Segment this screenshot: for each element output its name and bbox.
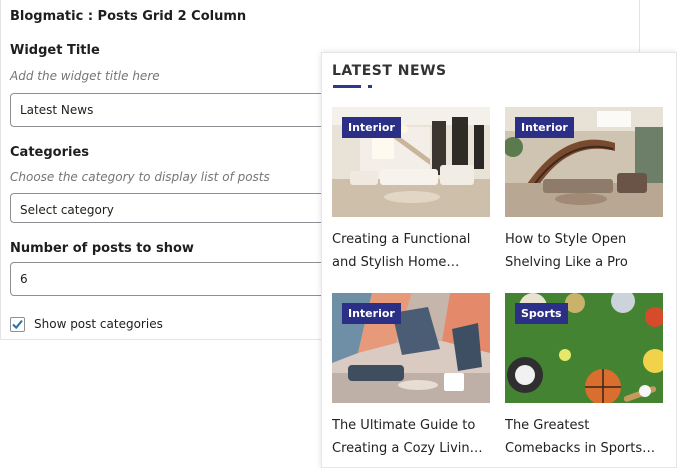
checkmark-icon bbox=[12, 319, 23, 329]
post-thumbnail[interactable]: Interior bbox=[332, 107, 490, 217]
categories-help: Choose the category to display list of p… bbox=[10, 170, 270, 184]
show-categories-row: Show post categories bbox=[10, 315, 163, 333]
category-badge[interactable]: Sports bbox=[515, 303, 568, 324]
category-badge[interactable]: Interior bbox=[342, 117, 401, 138]
category-badge[interactable]: Interior bbox=[342, 303, 401, 324]
post-title[interactable]: How to Style Open Shelving Like a Pro bbox=[505, 228, 663, 274]
preview-title: LATEST NEWS bbox=[332, 63, 447, 79]
category-badge[interactable]: Interior bbox=[515, 117, 574, 138]
categories-label: Categories bbox=[10, 145, 90, 160]
post-thumbnail[interactable]: Interior bbox=[332, 293, 490, 403]
latest-news-preview: LATEST NEWS Interior Creating a Function… bbox=[321, 52, 677, 468]
widget-title-label: Widget Title bbox=[10, 43, 100, 58]
show-categories-checkbox[interactable] bbox=[10, 316, 25, 332]
post-thumbnail[interactable]: Sports bbox=[505, 293, 663, 403]
widget-title-help: Add the widget title here bbox=[10, 69, 160, 83]
post-title[interactable]: The Ultimate Guide to Creating a Cozy Li… bbox=[332, 414, 490, 460]
categories-select[interactable]: Select category bbox=[10, 193, 370, 223]
title-underline-dot bbox=[368, 85, 372, 88]
post-card[interactable]: Interior The Ultimate Guide to Creating … bbox=[332, 293, 490, 460]
post-card[interactable]: Interior Creating a Functional and Styli… bbox=[332, 107, 490, 274]
post-card[interactable]: Sports The Greatest Comebacks in Sports… bbox=[505, 293, 663, 460]
post-title[interactable]: Creating a Functional and Stylish Home… bbox=[332, 228, 490, 274]
post-card[interactable]: Interior How to Style Open Shelving Like… bbox=[505, 107, 663, 274]
post-title[interactable]: The Greatest Comebacks in Sports… bbox=[505, 414, 663, 460]
show-categories-label: Show post categories bbox=[34, 317, 163, 331]
post-thumbnail[interactable]: Interior bbox=[505, 107, 663, 217]
posts-count-label: Number of posts to show bbox=[10, 241, 194, 256]
posts-count-input[interactable]: 6 bbox=[10, 262, 370, 296]
widget-title-input[interactable]: Latest News bbox=[10, 93, 370, 127]
panel-title: Blogmatic : Posts Grid 2 Column bbox=[10, 9, 247, 24]
title-underline bbox=[333, 85, 361, 88]
